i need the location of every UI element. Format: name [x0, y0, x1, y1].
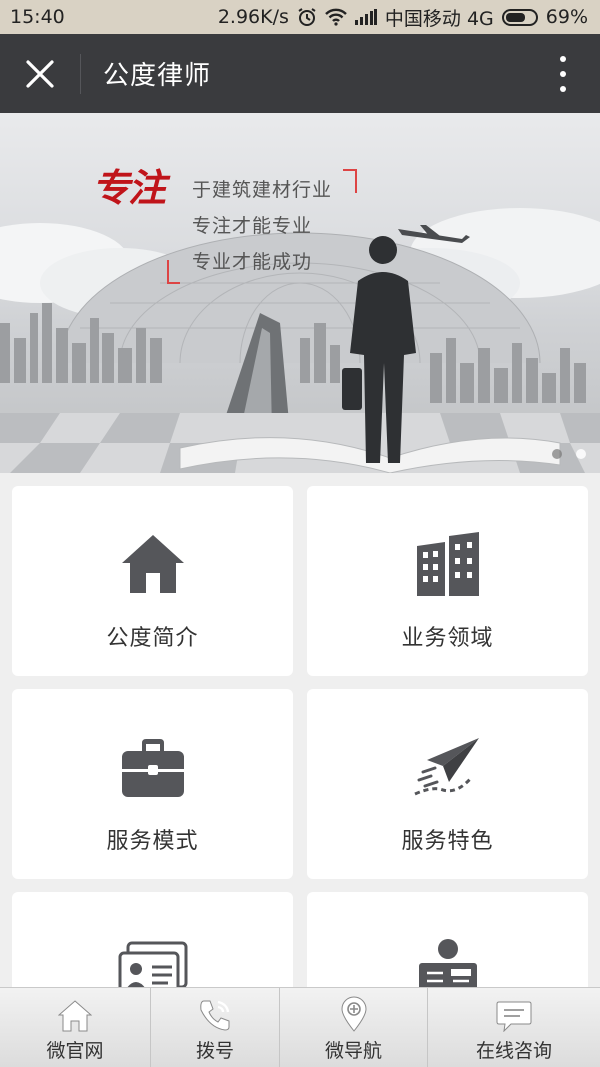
- page-title: 公度律师: [103, 61, 212, 91]
- carrier-label: 中国移动 4G: [384, 7, 494, 30]
- carousel-dot[interactable]: [552, 449, 562, 459]
- map-pin-icon: [340, 994, 368, 1032]
- carousel-indicators: [552, 449, 586, 459]
- phone-icon: [198, 994, 232, 1032]
- banner-slogan-line-1: 于建筑建材行业: [192, 179, 333, 201]
- alarm-icon: [297, 7, 317, 27]
- banner-slogan-line-2: 专注才能专业: [192, 215, 313, 237]
- nav-item-dial[interactable]: 拨号: [151, 988, 280, 1067]
- title-bar: 公度律师: [0, 34, 600, 113]
- nav-item-home[interactable]: 微官网: [0, 988, 151, 1067]
- briefcase-icon: [117, 731, 189, 803]
- nav-label: 微官网: [46, 1039, 104, 1062]
- more-dot: [560, 71, 566, 77]
- menu-card-label: 业务领域: [401, 626, 494, 651]
- banner-illustration: [0, 169, 600, 473]
- banner-slogan-line-3: 专业才能成功: [192, 251, 313, 273]
- more-dot: [560, 56, 566, 62]
- close-icon: [26, 59, 54, 88]
- menu-card-service-features[interactable]: 服务特色: [307, 689, 588, 879]
- status-bar: 15:40 2.96K/s 中国移动 4G 69%: [0, 0, 600, 34]
- status-time: 15:40: [10, 6, 65, 28]
- signal-icon: [354, 9, 377, 25]
- banner-carousel[interactable]: 专注 于建筑建材行业 专注才能专业 专业才能成功: [0, 113, 600, 473]
- menu-card-label: 服务模式: [106, 829, 199, 854]
- menu-card-service-mode[interactable]: 服务模式: [12, 689, 293, 879]
- banner-slogan-heading: 专注: [92, 165, 166, 210]
- nav-label: 微导航: [324, 1039, 382, 1062]
- home-icon: [58, 994, 92, 1032]
- nav-item-navigation[interactable]: 微导航: [280, 988, 428, 1067]
- menu-card-business[interactable]: 业务领域: [307, 486, 588, 676]
- menu-card-label: 公度简介: [106, 626, 199, 651]
- battery-percent: 69%: [545, 6, 588, 28]
- more-menu-button[interactable]: [556, 56, 570, 92]
- menu-card-label: 服务特色: [401, 829, 494, 854]
- wifi-icon: [325, 8, 347, 26]
- status-indicators: 2.96K/s 中国移动 4G 69%: [218, 4, 588, 31]
- home-icon: [117, 528, 189, 600]
- menu-card-intro[interactable]: 公度简介: [12, 486, 293, 676]
- buildings-icon: [412, 528, 484, 600]
- close-button[interactable]: [0, 34, 80, 113]
- more-dot: [560, 86, 566, 92]
- bottom-nav: 微官网 拨号 微导航 在线咨询: [0, 987, 600, 1067]
- carousel-dot[interactable]: [576, 449, 586, 459]
- network-speed: 2.96K/s: [217, 6, 289, 28]
- chat-icon: [495, 994, 533, 1032]
- paper-plane-icon: [412, 731, 484, 803]
- battery-icon: [501, 8, 538, 26]
- nav-label: 拨号: [195, 1039, 234, 1062]
- title-divider: [80, 53, 81, 94]
- nav-label: 在线咨询: [475, 1039, 552, 1062]
- nav-item-consult[interactable]: 在线咨询: [428, 988, 600, 1067]
